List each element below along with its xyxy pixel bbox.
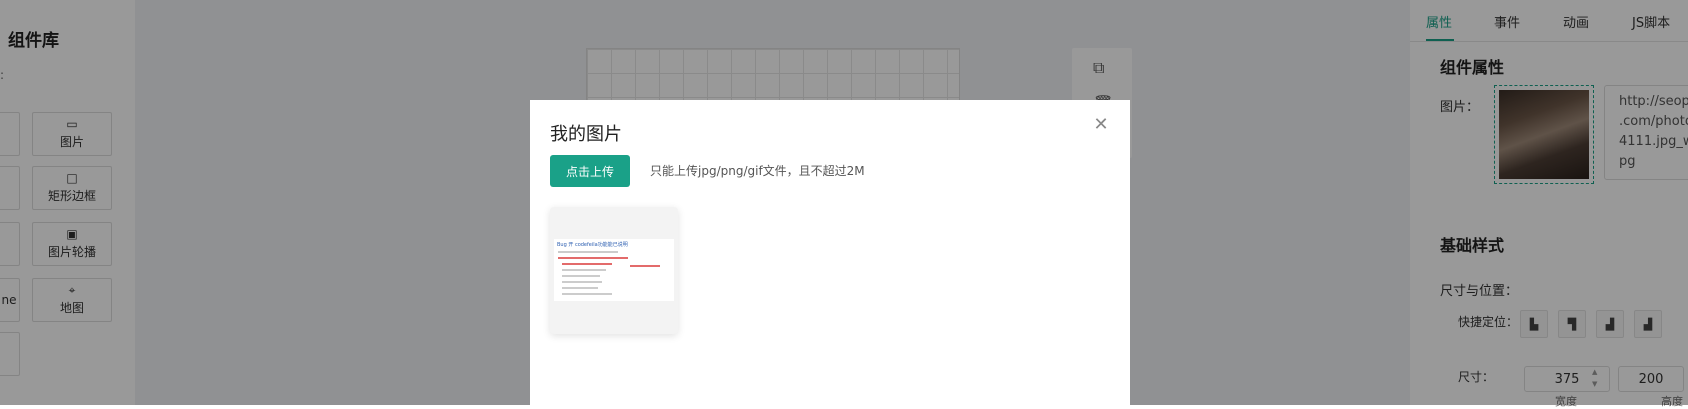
- image-thumbnail[interactable]: Bug 开 codefeila功能能已说明: [550, 207, 678, 334]
- my-images-dialog: 我的图片 ✕ 点击上传 只能上传jpg/png/gif文件，且不超过2M Bug…: [530, 100, 1130, 405]
- upload-hint: 只能上传jpg/png/gif文件，且不超过2M: [650, 164, 865, 178]
- dialog-title: 我的图片: [550, 124, 622, 145]
- thumbnail-document: Bug 开 codefeila功能能已说明: [554, 239, 674, 301]
- thumbnail-heading: Bug 开 codefeila功能能已说明: [557, 242, 628, 248]
- close-icon[interactable]: ✕: [1093, 116, 1109, 134]
- upload-button[interactable]: 点击上传: [550, 155, 630, 187]
